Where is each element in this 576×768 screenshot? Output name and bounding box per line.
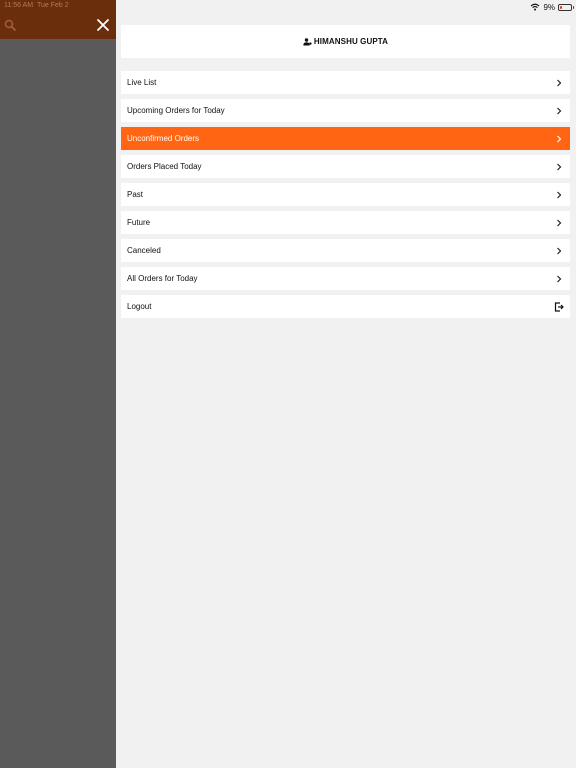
user-icon bbox=[303, 37, 312, 45]
status-time: 11:56 AM Tue Feb 2 bbox=[4, 2, 69, 9]
menu-item-label: Unconfirmed Orders bbox=[127, 134, 200, 143]
search-icon[interactable] bbox=[4, 19, 16, 31]
menu-item-label: Future bbox=[127, 218, 151, 227]
menu-item-orders-placed-today[interactable]: Orders Placed Today bbox=[121, 155, 570, 178]
chevron-right-icon bbox=[557, 163, 562, 170]
status-indicators: 9% bbox=[530, 1, 574, 13]
wifi-icon bbox=[531, 3, 540, 11]
chevron-right-icon bbox=[557, 191, 562, 198]
dimmed-header: 11:56 AM Tue Feb 2 bbox=[0, 0, 116, 39]
dimmed-overlay[interactable]: 11:56 AM Tue Feb 2 bbox=[0, 0, 116, 768]
menu-item-label: Past bbox=[127, 190, 144, 199]
menu-item-future[interactable]: Future bbox=[121, 211, 570, 234]
battery-percent: 9% bbox=[543, 2, 555, 12]
chevron-right-icon bbox=[557, 135, 562, 142]
menu-item-past[interactable]: Past bbox=[121, 183, 570, 206]
menu-item-logout[interactable]: Logout bbox=[121, 295, 570, 318]
menu-item-upcoming-orders[interactable]: Upcoming Orders for Today bbox=[121, 99, 570, 122]
profile-card: HIMANSHU GUPTA bbox=[121, 25, 570, 58]
status-time-clock: 11:56 AM bbox=[4, 2, 34, 9]
menu-item-label: Live List bbox=[127, 78, 157, 87]
menu-item-label: All Orders for Today bbox=[127, 274, 198, 283]
chevron-right-icon bbox=[557, 107, 562, 114]
menu-item-label: Upcoming Orders for Today bbox=[127, 106, 225, 115]
chevron-right-icon bbox=[557, 247, 562, 254]
battery-icon bbox=[558, 3, 574, 11]
chevron-right-icon bbox=[557, 275, 562, 282]
menu-item-all-orders-today[interactable]: All Orders for Today bbox=[121, 267, 570, 290]
logout-icon bbox=[554, 301, 564, 312]
status-date: Tue Feb 2 bbox=[36, 2, 69, 9]
menu-item-label: Canceled bbox=[127, 246, 161, 255]
profile-name: HIMANSHU GUPTA bbox=[313, 37, 389, 46]
menu-item-label: Orders Placed Today bbox=[127, 162, 202, 171]
chevron-right-icon bbox=[557, 79, 562, 86]
menu-item-live-list[interactable]: Live List bbox=[121, 71, 570, 94]
menu-item-unconfirmed-orders[interactable]: Unconfirmed Orders bbox=[121, 127, 570, 150]
menu-item-canceled[interactable]: Canceled bbox=[121, 239, 570, 262]
side-menu-panel: 9% HIMANSHU GUPTA Live List Upcoming Ord… bbox=[116, 0, 576, 768]
chevron-right-icon bbox=[557, 219, 562, 226]
close-icon[interactable] bbox=[95, 17, 111, 33]
menu-item-label: Logout bbox=[127, 302, 152, 311]
